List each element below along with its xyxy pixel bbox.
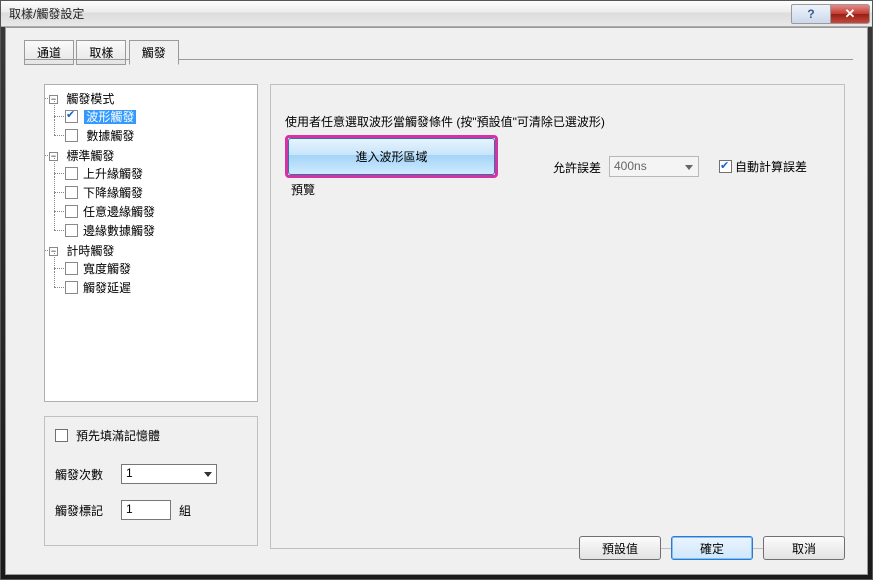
- checkbox[interactable]: [65, 262, 78, 275]
- dialog-footer: 預設值 確定 取消: [579, 536, 845, 560]
- checkbox[interactable]: [65, 281, 78, 294]
- tab-trigger[interactable]: 觸發: [129, 40, 179, 65]
- auto-tolerance-label: 自動計算誤差: [735, 158, 807, 175]
- group-label: 標準觸發: [64, 149, 116, 163]
- tab-channel[interactable]: 通道: [24, 40, 74, 65]
- item-label: 數據觸發: [84, 129, 136, 143]
- checkbox[interactable]: [65, 110, 78, 123]
- prefill-row: 預先填滿記憶體: [55, 427, 247, 444]
- checkbox[interactable]: [65, 186, 78, 199]
- item-label: 波形觸發: [84, 110, 136, 124]
- tolerance-label: 允許誤差: [553, 159, 601, 176]
- group-label: 計時觸發: [64, 244, 116, 258]
- group-label: 觸發模式: [64, 92, 116, 106]
- prefill-label: 預先填滿記憶體: [76, 427, 160, 444]
- trigger-mark-input[interactable]: 1: [121, 500, 171, 520]
- checkbox[interactable]: [65, 129, 78, 142]
- auto-tolerance-checkbox[interactable]: [719, 160, 732, 173]
- defaults-button[interactable]: 預設值: [579, 536, 661, 560]
- tolerance-combo[interactable]: 400ns: [609, 156, 699, 177]
- help-button[interactable]: [791, 4, 831, 24]
- tab-sampling[interactable]: 取樣: [76, 40, 126, 65]
- tree-group-trigger-mode: − 觸發模式 波形觸發 數據觸發: [49, 89, 255, 146]
- checkbox[interactable]: [65, 224, 78, 237]
- enter-waveform-highlight: 進入波形區域: [285, 135, 498, 178]
- item-label: 寬度觸發: [81, 262, 133, 276]
- cancel-button[interactable]: 取消: [763, 536, 845, 560]
- item-label: 下降緣觸發: [81, 186, 145, 200]
- tree-item-trigger-delay[interactable]: 觸發延遲: [65, 278, 255, 297]
- trigger-options-panel: 預先填滿記憶體 觸發次數 1 觸發標記 1 組: [44, 416, 258, 546]
- trigger-mode-tree: − 觸發模式 波形觸發 數據觸發: [47, 89, 255, 298]
- item-label: 任意邊緣觸發: [81, 205, 157, 219]
- window-controls: [792, 4, 870, 24]
- trigger-mark-row: 觸發標記 1 組: [55, 500, 247, 520]
- preview-label: 預覽: [291, 181, 315, 198]
- auto-tolerance-row: 自動計算誤差: [719, 158, 807, 175]
- ok-button[interactable]: 確定: [671, 536, 753, 560]
- tree-item-data-trigger[interactable]: 數據觸發: [65, 126, 255, 145]
- trigger-mode-tree-panel: − 觸發模式 波形觸發 數據觸發: [44, 84, 258, 402]
- item-label: 觸發延遲: [81, 281, 133, 295]
- checkbox[interactable]: [65, 205, 78, 218]
- instruction-text: 使用者任意選取波形當觸發條件 (按"預設值"可清除已選波形): [285, 113, 605, 130]
- item-label: 上升緣觸發: [81, 167, 145, 181]
- trigger-count-select[interactable]: 1: [121, 464, 217, 484]
- window-title: 取樣/觸發設定: [9, 5, 84, 22]
- tree-item-rising-edge[interactable]: 上升緣觸發: [65, 164, 255, 183]
- tree-group-timing-trigger: − 計時觸發 寬度觸發 觸發延遲: [49, 241, 255, 298]
- tree-item-waveform-trigger[interactable]: 波形觸發: [65, 107, 255, 126]
- tree-item-falling-edge[interactable]: 下降緣觸發: [65, 183, 255, 202]
- tree-group-standard-trigger: − 標準觸發 上升緣觸發 下降緣觸發 任意邊緣觸發 邊緣數據觸發: [49, 146, 255, 241]
- trigger-mark-label: 觸發標記: [55, 502, 113, 519]
- client-area: 通道 取樣 觸發 − 觸發模式 波形觸發: [5, 27, 868, 575]
- tab-strip: 通道 取樣 觸發: [24, 40, 178, 65]
- trigger-count-row: 觸發次數 1: [55, 464, 247, 484]
- close-button[interactable]: [830, 4, 870, 24]
- checkbox[interactable]: [65, 167, 78, 180]
- prefill-checkbox[interactable]: [55, 429, 68, 442]
- trigger-mark-value: 1: [126, 502, 133, 516]
- dialog-window: 取樣/觸發設定 通道 取樣 觸發 − 觸發模式: [0, 0, 873, 580]
- trigger-count-label: 觸發次數: [55, 466, 113, 483]
- title-bar: 取樣/觸發設定: [1, 1, 872, 27]
- enter-waveform-button[interactable]: 進入波形區域: [288, 138, 495, 175]
- tree-item-width-trigger[interactable]: 寬度觸發: [65, 259, 255, 278]
- tolerance-value: 400ns: [614, 159, 647, 173]
- item-label: 邊緣數據觸發: [81, 224, 157, 238]
- tree-item-edge-data[interactable]: 邊緣數據觸發: [65, 221, 255, 240]
- tree-item-any-edge[interactable]: 任意邊緣觸發: [65, 202, 255, 221]
- trigger-count-value: 1: [126, 466, 133, 480]
- trigger-settings-panel: 使用者任意選取波形當觸發條件 (按"預設值"可清除已選波形) 進入波形區域 預覽…: [270, 84, 845, 549]
- trigger-mark-unit: 組: [179, 502, 191, 519]
